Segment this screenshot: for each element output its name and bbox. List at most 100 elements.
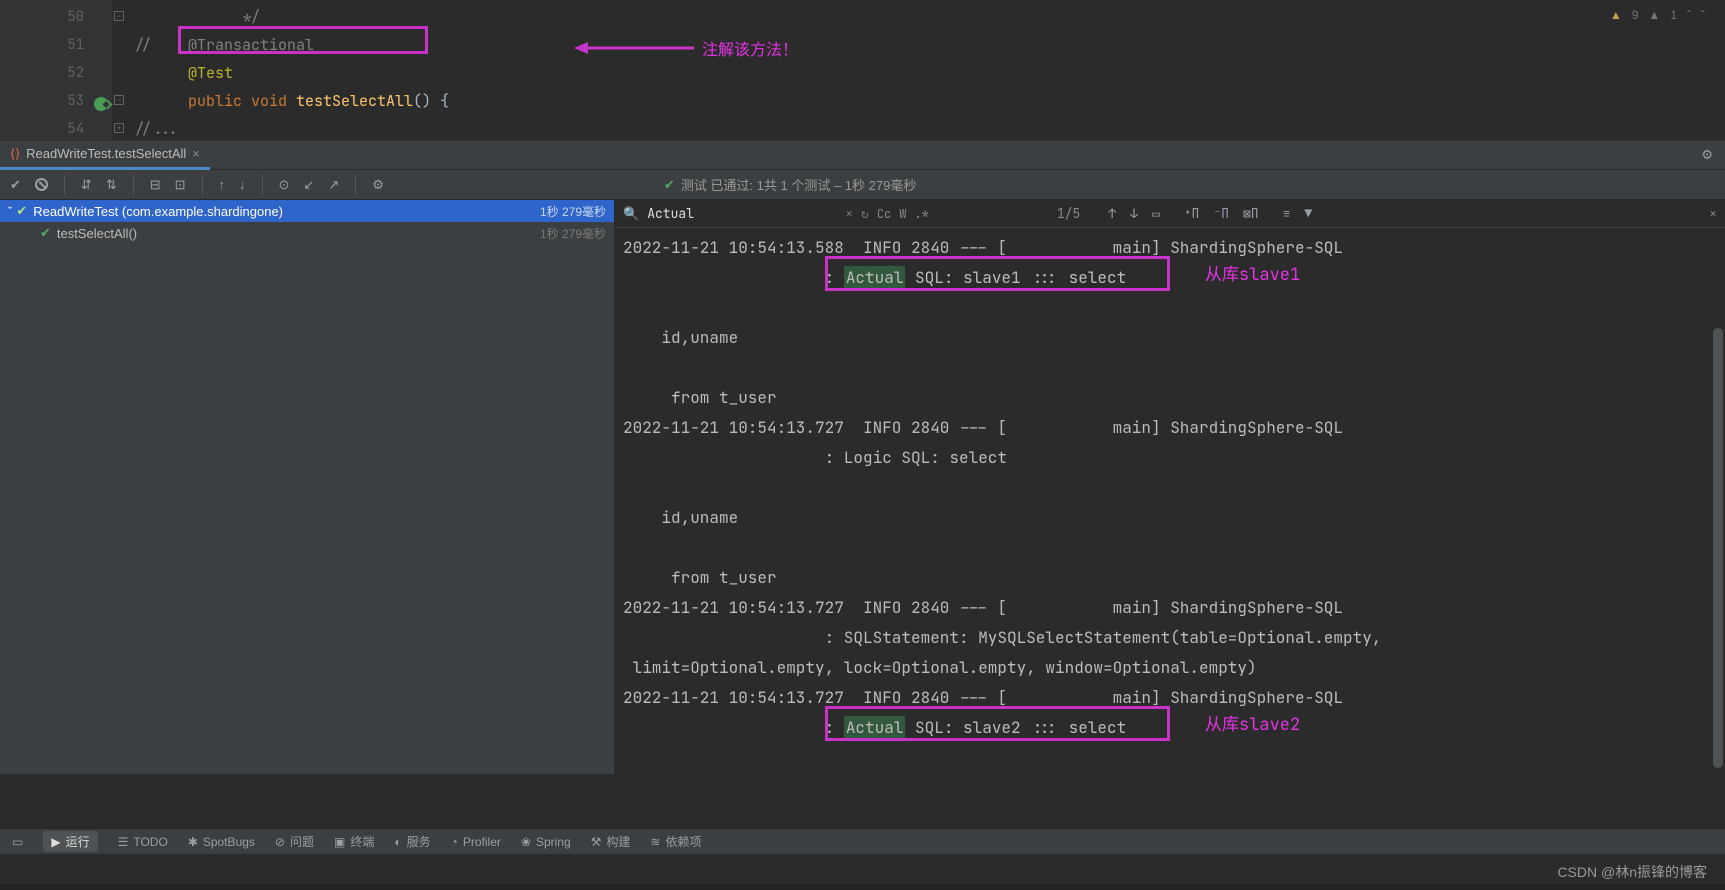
log-line (623, 533, 1725, 563)
log-line: id,uname (623, 323, 1725, 353)
search-input[interactable]: Actual (647, 205, 837, 222)
log-line: 2022-11-21 10:54:13.727 INFO 2840 --- [ … (623, 593, 1725, 623)
breakpoint-column[interactable] (0, 0, 30, 140)
tool-window-terminal[interactable]: ▣终端 (334, 833, 374, 850)
search-icon: 🔍 (623, 205, 639, 222)
filter-icon[interactable]: ⊠П (1243, 205, 1259, 222)
build-icon: ⚒ (591, 835, 602, 849)
test-time: 1秒 279毫秒 (540, 203, 606, 220)
terminal-icon: ▣ (334, 835, 345, 849)
chevron-down-icon[interactable]: ˇ (1701, 8, 1705, 22)
test-class-name: ReadWriteTest (com.example.shardingone) (33, 204, 283, 219)
log-line (623, 293, 1725, 323)
log-line: : Logic SQL: select (623, 443, 1725, 473)
pass-icon: ✔ (16, 203, 27, 219)
gutter[interactable]: 50 51 52 53 54 (30, 0, 112, 140)
pass-icon: ✔ (40, 225, 51, 241)
gear-icon[interactable]: ⚙ (1701, 147, 1713, 163)
collapse-tool-icon[interactable]: ▭ (12, 835, 23, 849)
line-number[interactable]: 53 (30, 87, 112, 115)
weak-warning-count: 1 (1670, 8, 1677, 22)
scrollbar[interactable] (1713, 328, 1723, 768)
settings-icon[interactable]: ⚙ (372, 177, 384, 193)
filter-icon[interactable]: ⁻П (1213, 205, 1229, 222)
checkmark-icon[interactable]: ✔ (10, 177, 21, 193)
close-search-icon[interactable]: × (1709, 205, 1717, 222)
run-tab[interactable]: ⟨⟩ ReadWriteTest.testSelectAll × (0, 141, 210, 170)
test-tree-row[interactable]: ˇ ✔ ReadWriteTest (com.example.shardingo… (0, 200, 614, 222)
line-number[interactable]: 52 (30, 59, 112, 87)
watermark: CSDN @林n振锋的博客 (1557, 862, 1707, 882)
tool-window-problems[interactable]: ⊘问题 (275, 833, 314, 850)
test-tree[interactable]: ˇ ✔ ReadWriteTest (com.example.shardingo… (0, 200, 615, 774)
clear-icon[interactable]: × (845, 205, 853, 222)
log-line: 2022-11-21 10:54:13.727 INFO 2840 --- [ … (623, 683, 1725, 713)
log-line: : Actual SQL: slave1 ::: select (623, 263, 1725, 293)
sort-icon[interactable]: ⇵ (81, 177, 92, 193)
warning-count: 9 (1632, 8, 1639, 22)
filter-icon[interactable]: ≡ (1283, 205, 1291, 222)
expand-icon[interactable]: ⊟ (150, 177, 161, 193)
fold-icon[interactable]: − (114, 95, 124, 105)
words-toggle[interactable]: W (899, 206, 906, 222)
status-bar: ▭ ▶运行 ☰TODO ✱SpotBugs ⊘问题 ▣终端 ◐服务 ◔Profi… (0, 828, 1725, 854)
log-line: : Actual SQL: slave2 ::: select (623, 713, 1725, 743)
chevron-down-icon[interactable]: ˇ (8, 204, 12, 219)
next-match-icon[interactable]: ↓ (1130, 205, 1138, 222)
tool-window-build[interactable]: ⚒构建 (591, 833, 631, 850)
annotation-label: 注解该方法！ (702, 36, 798, 60)
log-line: id,uname (623, 503, 1725, 533)
tool-window-todo[interactable]: ☰TODO (118, 835, 168, 849)
code-editor[interactable]: 50 51 52 53 54 − − + */ // @Transactiona… (0, 0, 1725, 140)
test-tab-icon: ⟨⟩ (10, 146, 20, 162)
annotation-highlight-box (178, 26, 428, 54)
stop-icon[interactable] (35, 178, 48, 191)
code-text: */ (242, 7, 260, 27)
sort-alpha-icon[interactable]: ⇅ (106, 177, 117, 193)
filter-icon[interactable]: ⁺П (1184, 205, 1200, 222)
log-line: limit=Optional.empty, lock=Optional.empt… (623, 653, 1725, 683)
todo-icon: ☰ (118, 835, 129, 849)
tool-window-services[interactable]: ◐服务 (394, 833, 430, 850)
annotation-label: 从库slave2 (1205, 710, 1300, 736)
fold-icon[interactable]: + (114, 123, 124, 133)
tool-window-profiler[interactable]: ◔Profiler (451, 835, 501, 849)
checkmark-icon: ✔ (664, 177, 675, 193)
funnel-icon[interactable]: ▼ (1304, 205, 1312, 222)
log-line: 2022-11-21 10:54:13.588 INFO 2840 --- [ … (623, 233, 1725, 263)
run-tab-title: ReadWriteTest.testSelectAll (26, 146, 186, 161)
import-icon[interactable]: ↙ (303, 177, 314, 193)
inspections-widget[interactable]: ▲9 ▲1 ˆ ˇ (1610, 8, 1705, 22)
fold-column[interactable]: − − + (112, 0, 134, 140)
fold-icon[interactable]: − (114, 11, 124, 21)
log-line: 2022-11-21 10:54:13.727 INFO 2840 --- [ … (623, 413, 1725, 443)
test-toolbar: ✔ ⇵ ⇅ ⊟ ⊡ ↑ ↓ ⊙ ↙ ↗ ⚙ ✔ 测试 已通过: 1共 1 个测试… (0, 170, 1725, 200)
tool-window-spotbugs[interactable]: ✱SpotBugs (188, 835, 255, 849)
collapse-icon[interactable]: ⊡ (175, 177, 186, 193)
run-tool-window-header: ⟨⟩ ReadWriteTest.testSelectAll × ⚙ (0, 140, 1725, 170)
down-icon[interactable]: ↓ (239, 177, 246, 192)
line-number[interactable]: 50 (30, 3, 112, 31)
line-number[interactable]: 51 (30, 31, 112, 59)
chevron-up-icon[interactable]: ˆ (1687, 8, 1691, 22)
test-tree-row[interactable]: ✔ testSelectAll() 1秒 279毫秒 (0, 222, 614, 244)
prev-match-icon[interactable]: ↑ (1108, 205, 1116, 222)
services-icon: ◐ (394, 835, 401, 849)
tool-window-spring[interactable]: ❀Spring (521, 835, 571, 849)
console[interactable]: 🔍 Actual × ↻ Cc W .* 1/5 ↑ ↓ ▭ ⁺П ⁻П ⊠П … (615, 200, 1725, 774)
regex-toggle[interactable]: .* (914, 206, 928, 222)
tool-window-deps[interactable]: ≋依赖项 (650, 833, 701, 850)
console-output[interactable]: 2022-11-21 10:54:13.588 INFO 2840 --- [ … (615, 228, 1725, 774)
annotation-arrow: 注解该方法！ (574, 36, 798, 60)
up-icon[interactable]: ↑ (219, 177, 226, 192)
match-case-toggle[interactable]: Cc (877, 206, 891, 222)
code-area[interactable]: */ // @Transactional @Test public void t… (134, 0, 1725, 140)
log-line: from t_user (623, 563, 1725, 593)
line-number[interactable]: 54 (30, 115, 112, 143)
history-icon[interactable]: ↻ (861, 205, 869, 222)
export-icon[interactable]: ↗ (328, 177, 339, 193)
tool-window-run[interactable]: ▶运行 (43, 831, 97, 852)
search-icon[interactable]: ⊙ (279, 177, 290, 193)
select-all-icon[interactable]: ▭ (1152, 205, 1160, 222)
close-icon[interactable]: × (192, 146, 200, 161)
